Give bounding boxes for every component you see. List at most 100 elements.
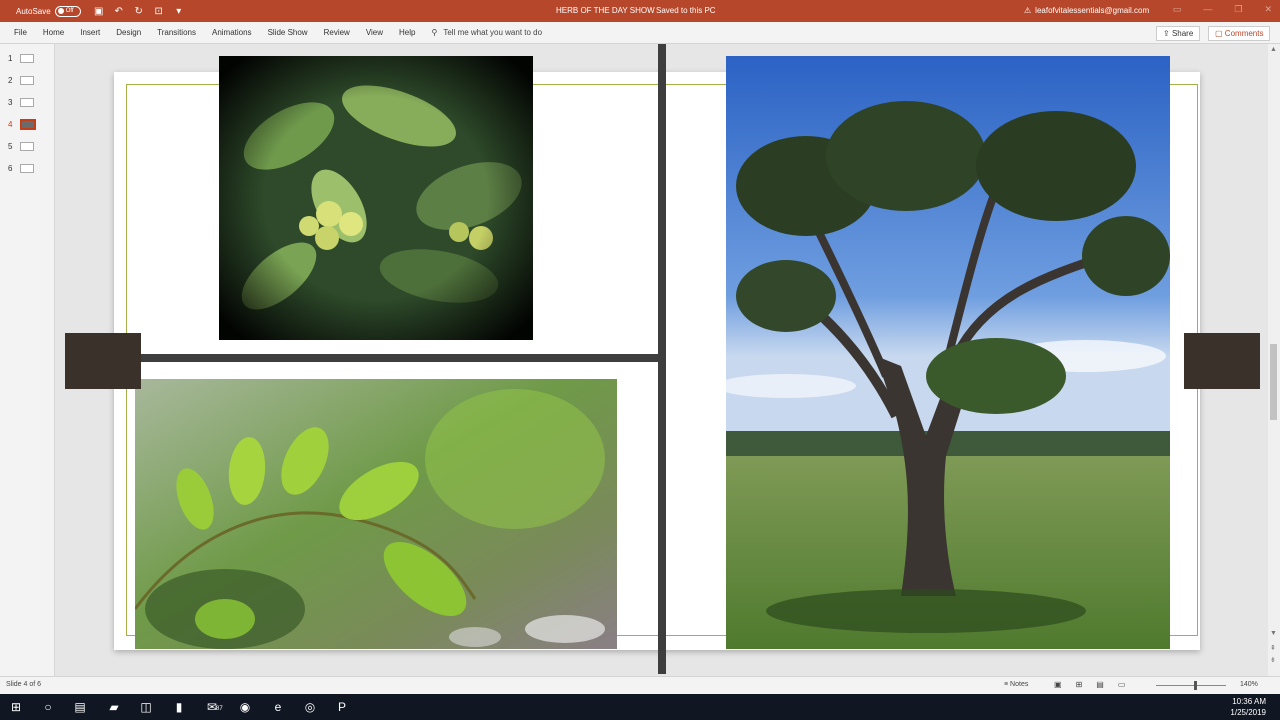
cortana-icon[interactable]: ○ [40, 699, 56, 715]
slide-number: 2 [8, 76, 13, 85]
tab-slide-show[interactable]: Slide Show [260, 28, 316, 37]
file-explorer-icon[interactable]: ▰ [106, 699, 122, 715]
scrollbar-thumb[interactable] [1270, 344, 1277, 420]
slide-preview [20, 142, 35, 151]
zoom-slider-handle[interactable] [1194, 681, 1197, 690]
slide-number: 4 [8, 120, 13, 129]
normal-view-icon[interactable]: ▣ [1054, 680, 1062, 689]
notes-button[interactable]: ≡ Notes [1004, 681, 1028, 688]
ribbon-display-icon[interactable]: ▭ [1173, 4, 1182, 15]
customize-icon[interactable]: ▾ [173, 6, 185, 17]
comments-button[interactable]: ▢ Comments [1208, 26, 1271, 41]
tell-me-search[interactable]: ⚲ Tell me what you want to do [431, 28, 542, 37]
save-status: Saved to this PC [656, 6, 716, 15]
tab-design[interactable]: Design [108, 28, 149, 37]
share-button[interactable]: ⇪ Share [1156, 26, 1201, 41]
slide-thumbnail-pane: 1 2 3 4 5 6 [0, 44, 55, 676]
maximize-icon[interactable]: ❐ [1234, 4, 1242, 15]
notes-icon: ≡ [1004, 681, 1009, 688]
search-icon: ⚲ [431, 28, 438, 37]
tab-animations[interactable]: Animations [204, 28, 260, 37]
chrome-icon[interactable]: ◎ [302, 699, 318, 715]
slide-number: 6 [8, 164, 13, 173]
slide-divider-horizontal [140, 354, 658, 362]
tab-help[interactable]: Help [391, 28, 423, 37]
leaves-berries-photo[interactable] [219, 56, 533, 340]
store-icon[interactable]: ◫ [138, 699, 154, 715]
comments-label: Comments [1224, 29, 1264, 38]
tab-file[interactable]: File [6, 28, 35, 37]
slide-sorter-icon[interactable]: ⊞ [1076, 680, 1083, 689]
tab-transitions[interactable]: Transitions [149, 28, 204, 37]
share-label: Share [1171, 29, 1194, 38]
autosave-toggle[interactable]: Off [54, 5, 81, 17]
system-clock[interactable]: 10:36 AM 1/25/2019 [1230, 696, 1266, 718]
undo-icon[interactable]: ↶ [113, 6, 125, 17]
slide-number: 1 [8, 54, 13, 63]
powerpoint-icon[interactable]: P [334, 699, 350, 715]
slide-thumbnail[interactable]: 6 [8, 164, 35, 173]
account[interactable]: ⚠ leafofvitalessentials@gmail.com [1024, 6, 1149, 15]
status-bar: Slide 4 of 6 ≡ Notes ▣ ⊞ ▤ ▭ 140% [0, 676, 1280, 694]
windows-start-icon[interactable]: ⊞ [8, 699, 24, 715]
close-icon[interactable]: ✕ [1264, 4, 1272, 15]
slide-thumbnail-active[interactable]: 4 [8, 119, 37, 130]
slide-thumbnail[interactable]: 1 [8, 54, 35, 63]
toggle-knob [57, 8, 64, 14]
app-icon[interactable]: ▮ [171, 699, 187, 715]
clock-date: 1/25/2019 [1230, 708, 1266, 717]
slide-thumbnail[interactable]: 5 [8, 142, 35, 151]
slide-divider-vertical [658, 44, 666, 674]
slide-thumbnail[interactable]: 3 [8, 98, 35, 107]
task-view-icon[interactable]: ▤ [72, 699, 88, 715]
slide-indicator: Slide 4 of 6 [6, 681, 42, 688]
clock-time: 10:36 AM [1232, 697, 1266, 706]
minimize-icon[interactable]: — [1203, 4, 1212, 15]
slide-preview [20, 98, 35, 107]
quick-access-toolbar: ▣ ↶ ↻ ⊡ ▾ [93, 6, 185, 17]
tab-insert[interactable]: Insert [72, 28, 108, 37]
vertical-scrollbar[interactable]: ▲ ▼ ⇞ ⇟ [1268, 44, 1280, 676]
save-icon[interactable]: ▣ [93, 6, 105, 17]
slide-thumbnail[interactable]: 2 [8, 76, 35, 85]
reading-view-icon[interactable]: ▤ [1096, 680, 1104, 689]
title-bar: AutoSave Off ▣ ↶ ↻ ⊡ ▾ HERB OF THE DAY S… [0, 0, 1280, 22]
edge-icon[interactable]: e [270, 699, 286, 715]
slide-preview [20, 76, 35, 85]
scroll-down-icon[interactable]: ▼ [1270, 630, 1277, 637]
document-title: HERB OF THE DAY SHOW [556, 6, 655, 15]
next-slide-icon[interactable]: ⇟ [1270, 656, 1276, 664]
tree-field-photo[interactable] [726, 56, 1170, 649]
windows-taskbar: ⊞ ○ ▤ ▰ ◫ ▮ ✉ 87 ◉ e ◎ P 10:36 AM 1/25/2… [0, 694, 1280, 720]
notes-label: Notes [1010, 681, 1029, 688]
slide-number: 5 [8, 142, 13, 151]
tab-review[interactable]: Review [316, 28, 358, 37]
window-controls: ▭ — ❐ ✕ [1173, 4, 1272, 15]
zoom-slider[interactable] [1156, 685, 1226, 686]
decorative-tab-left [65, 333, 141, 389]
autosave-state: Off [65, 8, 74, 14]
warning-icon: ⚠ [1024, 6, 1032, 15]
slide-preview [20, 119, 37, 130]
tab-view[interactable]: View [358, 28, 391, 37]
mail-badge: 87 [216, 706, 223, 712]
redo-icon[interactable]: ↻ [133, 6, 145, 17]
present-icon[interactable]: ⊡ [153, 6, 165, 17]
slide-preview [20, 164, 35, 173]
previous-slide-icon[interactable]: ⇞ [1270, 644, 1276, 652]
autosave-label: AutoSave [16, 6, 51, 16]
slide-preview [20, 54, 35, 63]
view-switcher: ▣ ⊞ ▤ ▭ [1054, 680, 1125, 689]
share-icon: ⇪ [1163, 29, 1170, 38]
slide-show-view-icon[interactable]: ▭ [1118, 680, 1126, 689]
ribbon-tabs: File Home Insert Design Transitions Anim… [0, 22, 1280, 44]
slide-number: 3 [8, 98, 13, 107]
comment-icon: ▢ [1215, 29, 1223, 38]
camera-icon[interactable]: ◉ [237, 699, 253, 715]
user-email: leafofvitalessentials@gmail.com [1035, 6, 1150, 15]
tab-home[interactable]: Home [35, 28, 72, 37]
zoom-level[interactable]: 140% [1240, 681, 1258, 688]
scroll-up-icon[interactable]: ▲ [1270, 46, 1277, 53]
leafy-branch-photo[interactable] [135, 379, 617, 649]
decorative-tab-right [1184, 333, 1260, 389]
